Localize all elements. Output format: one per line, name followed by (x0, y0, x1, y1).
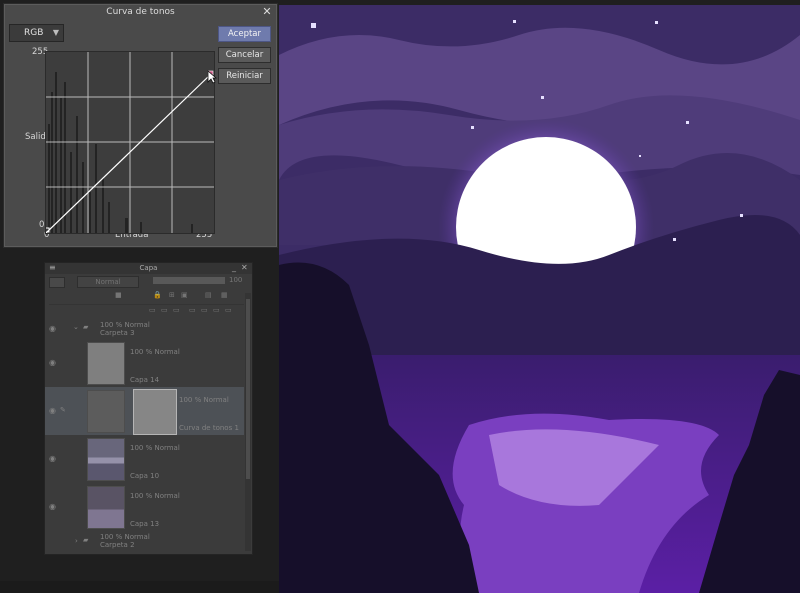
channel-value: RGB (24, 28, 44, 38)
layer-panel: Capa ≡ _ ✕ Normal 100 ■ 🔒 ⊞ ▣ ▤ ▦ ▭ ▭ ▭ … (44, 262, 253, 555)
eye-icon[interactable]: ◉ (49, 359, 58, 367)
status-strip (0, 581, 279, 593)
new-folder-icon[interactable]: ▭ (173, 306, 180, 314)
dialog-title: Curva de tonos (106, 7, 175, 17)
layer-row-folder[interactable]: › ▰ 100 % Normal Carpeta 2 (45, 531, 244, 551)
lock-alpha-icon[interactable]: 🔒 (153, 291, 162, 299)
layer-name: Capa 10 (130, 472, 160, 480)
curve-svg (44, 52, 214, 234)
layer-thumbnail (87, 438, 125, 481)
layer-name: Curva de tonos 1 (179, 424, 239, 432)
expand-icon[interactable]: ⌄ (73, 323, 79, 332)
layer-scrollbar[interactable] (245, 293, 251, 551)
tone-curve-dialog: Curva de tonos ✕ RGB ▼ Aceptar Cancelar … (3, 3, 278, 248)
expand-icon[interactable]: › (75, 537, 78, 546)
cancel-button[interactable]: Cancelar (218, 47, 271, 63)
layer-row-folder[interactable]: ◉ ⌄ ▰ 100 % Normal Carpeta 3 (45, 319, 244, 339)
layer-type-icon[interactable] (49, 277, 65, 288)
layer-name: Carpeta 3 (100, 329, 135, 337)
eye-icon[interactable]: ◉ (49, 325, 58, 333)
layer-name: Capa 13 (130, 520, 160, 528)
new-vector-icon[interactable]: ▭ (161, 306, 168, 314)
blend-mode-select[interactable]: Normal (77, 276, 139, 288)
histogram (48, 72, 193, 233)
mask-icon[interactable]: ▤ (205, 291, 212, 299)
mask-add-icon[interactable]: ▭ (213, 306, 220, 314)
chevron-down-icon: ▼ (52, 28, 59, 37)
layer-panel-title: Capa (45, 263, 252, 274)
cursor-icon (207, 70, 217, 84)
pencil-icon: ✎ (60, 406, 66, 414)
minimize-icon[interactable]: _ (232, 263, 236, 272)
eye-icon[interactable]: ◉ (49, 407, 58, 415)
layer-thumbnail (87, 342, 125, 385)
folder-icon: ▰ (83, 323, 89, 331)
channel-select[interactable]: RGB ▼ (9, 24, 64, 42)
eye-icon[interactable]: ◉ (49, 503, 58, 511)
layer-name: Carpeta 2 (100, 541, 135, 549)
tone-curve-graph[interactable] (44, 51, 215, 234)
merge-icon[interactable]: ▭ (201, 306, 208, 314)
folder-icon: ▰ (83, 536, 89, 544)
layer-row[interactable]: ◉ 100 % Normal Capa 13 (45, 483, 244, 531)
eye-icon[interactable]: ◉ (49, 455, 58, 463)
delete-layer-icon[interactable]: ▭ (225, 306, 232, 314)
opacity-value: 100 (229, 276, 243, 284)
new-layer-icon[interactable]: ▭ (149, 306, 156, 314)
layer-name: Capa 14 (130, 376, 160, 384)
layer-mode: 100 % Normal (130, 444, 180, 452)
draft-icon[interactable]: ▦ (221, 291, 228, 299)
layer-row[interactable]: ◉ 100 % Normal Capa 14 (45, 339, 244, 387)
canvas[interactable] (279, 5, 800, 593)
y-min-label: 0 (39, 220, 45, 230)
layer-mode: 100 % Normal (179, 396, 229, 404)
panel-close-icon[interactable]: ✕ (241, 263, 248, 272)
opacity-slider[interactable] (153, 277, 225, 284)
scrollbar-thumb[interactable] (246, 299, 250, 479)
lock-icon[interactable]: ■ (115, 291, 122, 299)
layer-toolbar: ▭ ▭ ▭ ▭ ▭ ▭ ▭ (49, 304, 244, 314)
layer-row[interactable]: ◉ 100 % Normal Capa 10 (45, 435, 244, 483)
layer-row-selected[interactable]: ◉ ✎ 100 % Normal Curva de tonos 1 (45, 387, 244, 435)
correction-icon (87, 390, 125, 433)
panel-menu-icon[interactable]: ≡ (49, 263, 56, 272)
layer-mode: 100 % Normal (130, 492, 180, 500)
reset-button[interactable]: Reiniciar (218, 68, 271, 84)
layer-mode: 100 % Normal (130, 348, 180, 356)
close-icon[interactable]: ✕ (261, 4, 273, 20)
layer-thumbnail (87, 486, 125, 529)
accept-button[interactable]: Aceptar (218, 26, 271, 42)
mask-thumbnail (133, 389, 177, 435)
copy-layer-icon[interactable]: ▭ (189, 306, 196, 314)
clip-icon[interactable]: ⊞ (169, 291, 175, 299)
ref-icon[interactable]: ▣ (181, 291, 188, 299)
pixel-art-illustration (279, 5, 800, 593)
